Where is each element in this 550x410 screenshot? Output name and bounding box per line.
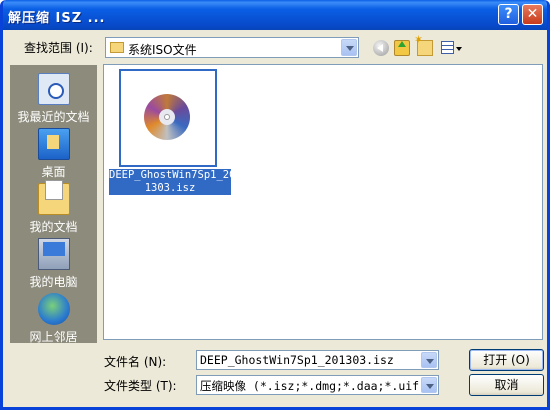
- place-my-computer[interactable]: 我的电脑: [10, 238, 97, 290]
- file-name-line: DEEP_GhostWin7Sp1_20: [109, 169, 236, 181]
- file-name-line: 1303.isz: [144, 182, 196, 194]
- help-button[interactable]: ?: [498, 4, 519, 25]
- look-in-dropdown[interactable]: 系统ISO文件: [105, 37, 359, 58]
- place-my-documents[interactable]: 我的文档: [10, 180, 97, 235]
- my-computer-icon: [37, 238, 70, 270]
- chevron-down-icon[interactable]: [421, 377, 437, 393]
- title-bar[interactable]: 解压缩 ISZ ... ? ✕: [3, 0, 547, 30]
- chevron-down-icon[interactable]: [341, 39, 357, 56]
- place-network[interactable]: 网上邻居: [10, 293, 97, 345]
- back-icon[interactable]: [373, 40, 389, 56]
- up-folder-icon[interactable]: [394, 40, 410, 56]
- desktop-icon: [37, 128, 70, 160]
- places-bar: 我最近的文档 桌面 我的文档 我的电脑 网上邻居: [10, 65, 97, 345]
- place-label: 我最近的文档: [17, 110, 90, 124]
- look-in-label: 查找范围 (I):: [24, 41, 93, 55]
- place-label: 网上邻居: [29, 330, 78, 344]
- filetype-label: 文件类型 (T):: [104, 379, 177, 393]
- filename-label: 文件名 (N):: [104, 355, 167, 369]
- filetype-value: 压缩映像 (*.isz;*.dmg;*.daa;*.uif): [200, 379, 427, 393]
- my-documents-icon: [37, 180, 70, 215]
- filetype-dropdown[interactable]: 压缩映像 (*.isz;*.dmg;*.daa;*.uif): [196, 375, 439, 395]
- open-dialog-window: 解压缩 ISZ ... ? ✕ 查找范围 (I): 系统ISO文件 我最近的文档…: [0, 0, 550, 410]
- disc-image-icon: [144, 94, 190, 140]
- open-button[interactable]: 打开 (O): [469, 349, 544, 371]
- chevron-down-icon[interactable]: [421, 352, 437, 368]
- filename-value: DEEP_GhostWin7Sp1_201303.isz: [200, 353, 394, 367]
- new-folder-icon[interactable]: [414, 33, 433, 56]
- look-in-value: 系统ISO文件: [128, 43, 197, 57]
- place-desktop[interactable]: 桌面: [10, 128, 97, 180]
- place-label: 我的文档: [29, 220, 78, 234]
- file-list[interactable]: DEEP_GhostWin7Sp1_20 1303.isz: [103, 64, 543, 340]
- window-title: 解压缩 ISZ ...: [8, 11, 106, 26]
- cancel-button[interactable]: 取消: [469, 374, 544, 396]
- place-recent-documents[interactable]: 我最近的文档: [10, 73, 97, 125]
- network-places-icon: [37, 293, 70, 325]
- recent-documents-icon: [37, 73, 70, 105]
- place-label: 我的电脑: [29, 275, 78, 289]
- filename-field[interactable]: DEEP_GhostWin7Sp1_201303.isz: [196, 350, 439, 370]
- file-name-label: DEEP_GhostWin7Sp1_20 1303.isz: [109, 169, 236, 195]
- folder-icon: [110, 42, 124, 53]
- place-label: 桌面: [41, 165, 66, 179]
- file-thumbnail[interactable]: [119, 69, 217, 167]
- view-menu-icon[interactable]: [441, 40, 463, 56]
- close-button[interactable]: ✕: [522, 4, 543, 25]
